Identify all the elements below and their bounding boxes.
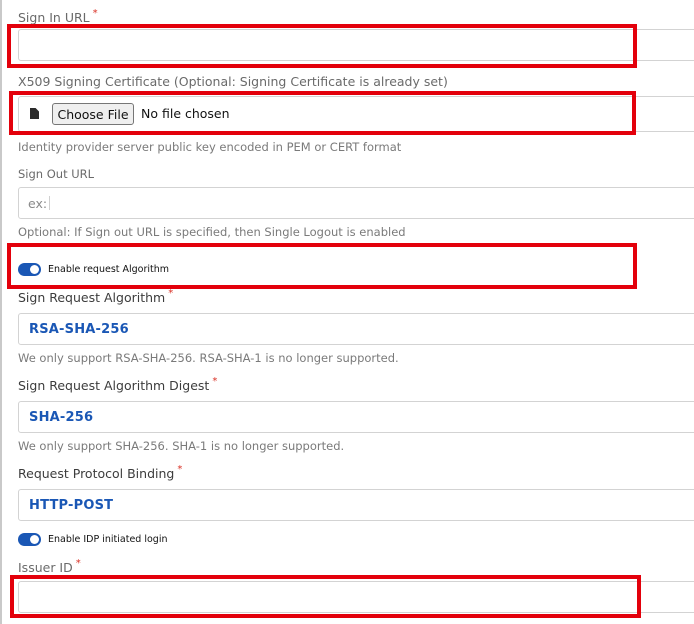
sign-request-digest-label-text: Sign Request Algorithm Digest (18, 378, 210, 393)
required-marker: * (212, 376, 218, 387)
enable-idp-login-toggle[interactable] (18, 533, 41, 546)
required-marker: * (75, 558, 81, 569)
signout-url-input[interactable]: ex: (18, 187, 694, 219)
protocol-binding-select[interactable]: HTTP-POST (18, 489, 694, 521)
sign-request-algorithm-select[interactable]: RSA-SHA-256 (18, 313, 694, 345)
highlight-box-signin-url (7, 24, 637, 68)
required-marker: * (168, 288, 174, 299)
sign-request-algorithm-label: Sign Request Algorithm * (18, 288, 174, 305)
signout-url-placeholder: ex: (28, 196, 48, 211)
protocol-binding-label-text: Request Protocol Binding (18, 466, 175, 481)
sign-request-digest-value: SHA-256 (29, 410, 94, 425)
highlight-box-enable-request (7, 243, 637, 289)
sign-request-digest-select[interactable]: SHA-256 (18, 401, 694, 433)
issuer-id-label-text: Issuer ID (18, 560, 73, 575)
highlight-box-certificate (9, 91, 636, 135)
sign-request-algorithm-value: RSA-SHA-256 (29, 322, 129, 337)
sign-request-algorithm-help: We only support RSA-SHA-256. RSA-SHA-1 i… (18, 351, 399, 365)
left-border (0, 0, 2, 624)
sign-request-digest-help: We only support SHA-256. SHA-1 is no lon… (18, 439, 345, 453)
protocol-binding-value: HTTP-POST (29, 498, 114, 513)
highlight-box-issuer-id (10, 575, 641, 618)
signout-url-help: Optional: If Sign out URL is specified, … (18, 225, 406, 239)
issuer-id-label: Issuer ID * (18, 558, 81, 575)
sign-request-algorithm-label-text: Sign Request Algorithm (18, 290, 166, 305)
required-marker: * (92, 8, 98, 19)
enable-idp-login-label: Enable IDP initiated login (48, 534, 168, 545)
protocol-binding-label: Request Protocol Binding * (18, 464, 183, 481)
certificate-label: X509 Signing Certificate (Optional: Sign… (18, 74, 448, 89)
text-caret (49, 196, 50, 210)
certificate-help: Identity provider server public key enco… (18, 140, 402, 154)
sign-request-digest-label: Sign Request Algorithm Digest * (18, 376, 218, 393)
required-marker: * (177, 464, 183, 475)
signin-url-label-text: Sign In URL (18, 10, 90, 25)
toggle-knob (30, 535, 39, 544)
signin-url-label: Sign In URL * (18, 8, 98, 25)
signout-url-label: Sign Out URL (18, 167, 95, 181)
